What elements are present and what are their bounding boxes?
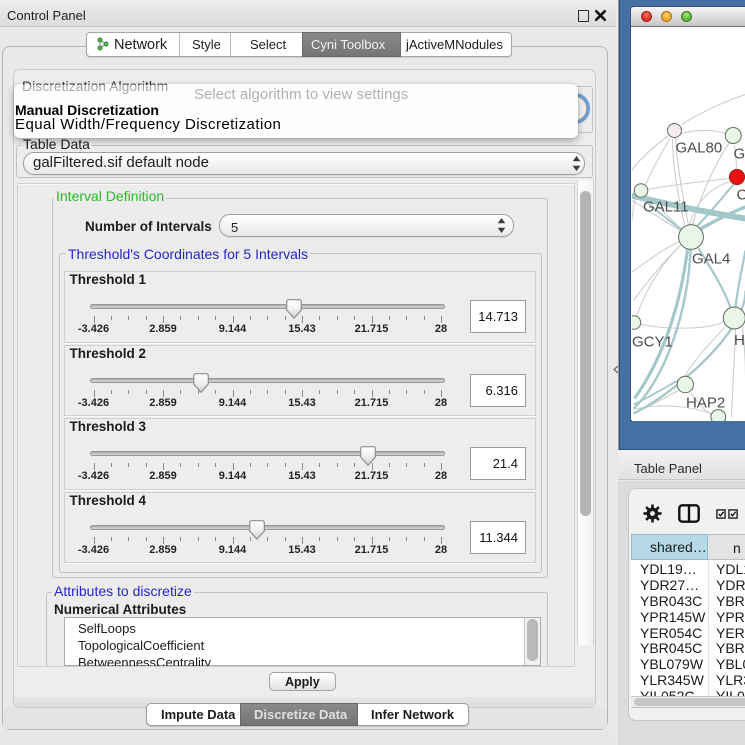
svg-text:H: H [734, 332, 745, 349]
svg-text:G.: G. [733, 145, 745, 162]
svg-text:C.: C. [736, 186, 745, 203]
svg-text:GAL11: GAL11 [643, 198, 689, 215]
svg-text:GCY1: GCY1 [632, 333, 673, 350]
svg-text:HAP2: HAP2 [686, 394, 725, 411]
svg-text:GAL80: GAL80 [675, 139, 722, 156]
svg-text:GAL4: GAL4 [692, 250, 730, 267]
